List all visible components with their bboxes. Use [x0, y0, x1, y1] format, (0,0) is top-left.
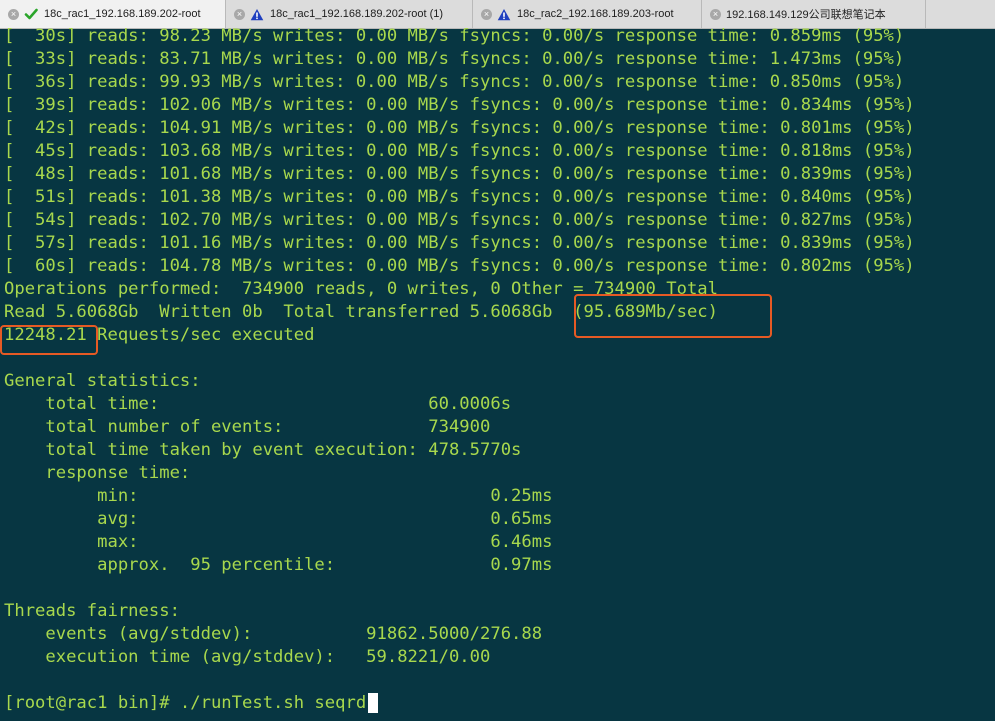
terminal-line: min: 0.25ms	[4, 486, 553, 506]
terminal-line: total time: 60.0006s	[4, 394, 512, 414]
tab-label: 18c_rac1_192.168.189.202-root (1)	[270, 8, 444, 20]
tab-2[interactable]: × 18c_rac1_192.168.189.202-root (1)	[226, 0, 473, 28]
terminal-output[interactable]: [ 30s] reads: 98.23 MB/s writes: 0.00 MB…	[0, 26, 995, 721]
terminal-line: General statistics:	[4, 371, 201, 391]
terminal-line: [root@rac1 bin]# ./runTest.sh seqrd	[4, 692, 379, 715]
tab-label: 192.168.149.129公司联想笔记本	[726, 9, 886, 21]
terminal-line: max: 6.46ms	[4, 532, 553, 552]
close-icon[interactable]: ×	[481, 8, 492, 20]
terminal-line: [ 45s] reads: 103.68 MB/s writes: 0.00 M…	[4, 141, 915, 161]
terminal-line: approx. 95 percentile: 0.97ms	[4, 555, 553, 575]
terminal-line: [ 36s] reads: 99.93 MB/s writes: 0.00 MB…	[4, 72, 905, 92]
warning-icon	[250, 7, 264, 21]
terminal-line: [ 57s] reads: 101.16 MB/s writes: 0.00 M…	[4, 233, 915, 253]
terminal-line: [ 39s] reads: 102.06 MB/s writes: 0.00 M…	[4, 95, 915, 115]
terminal-line: response time:	[4, 463, 191, 483]
tab-1[interactable]: × 18c_rac1_192.168.189.202-root	[0, 0, 226, 28]
close-icon[interactable]: ×	[710, 8, 721, 20]
text-cursor	[368, 693, 379, 713]
highlight-box-throughput	[574, 294, 772, 338]
terminal-line: [ 54s] reads: 102.70 MB/s writes: 0.00 M…	[4, 210, 915, 230]
terminal-line: [ 51s] reads: 101.38 MB/s writes: 0.00 M…	[4, 187, 915, 207]
terminal-line: total time taken by event execution: 478…	[4, 440, 522, 460]
terminal-line: [ 33s] reads: 83.71 MB/s writes: 0.00 MB…	[4, 49, 905, 69]
terminal-line: [ 48s] reads: 101.68 MB/s writes: 0.00 M…	[4, 164, 915, 184]
warning-icon	[497, 7, 511, 21]
terminal-line: events (avg/stddev): 91862.5000/276.88	[4, 624, 543, 644]
terminal-line: [ 30s] reads: 98.23 MB/s writes: 0.00 MB…	[4, 26, 905, 46]
terminal-line: [ 60s] reads: 104.78 MB/s writes: 0.00 M…	[4, 256, 915, 276]
tab-3[interactable]: × 18c_rac2_192.168.189.203-root	[473, 0, 702, 28]
terminal-line: avg: 0.65ms	[4, 509, 553, 529]
terminal-line: total number of events: 734900	[4, 417, 491, 437]
check-icon	[24, 7, 38, 21]
tab-4[interactable]: × 192.168.149.129公司联想笔记本	[702, 0, 926, 28]
highlight-box-requests	[0, 325, 98, 355]
terminal-line: [ 42s] reads: 104.91 MB/s writes: 0.00 M…	[4, 118, 915, 138]
tab-label: 18c_rac2_192.168.189.203-root	[517, 8, 674, 20]
close-icon[interactable]: ×	[234, 8, 245, 20]
close-icon[interactable]: ×	[8, 8, 19, 20]
terminal-line: execution time (avg/stddev): 59.8221/0.0…	[4, 647, 491, 667]
tab-label: 18c_rac1_192.168.189.202-root	[44, 8, 201, 20]
terminal-line: Threads fairness:	[4, 601, 180, 621]
